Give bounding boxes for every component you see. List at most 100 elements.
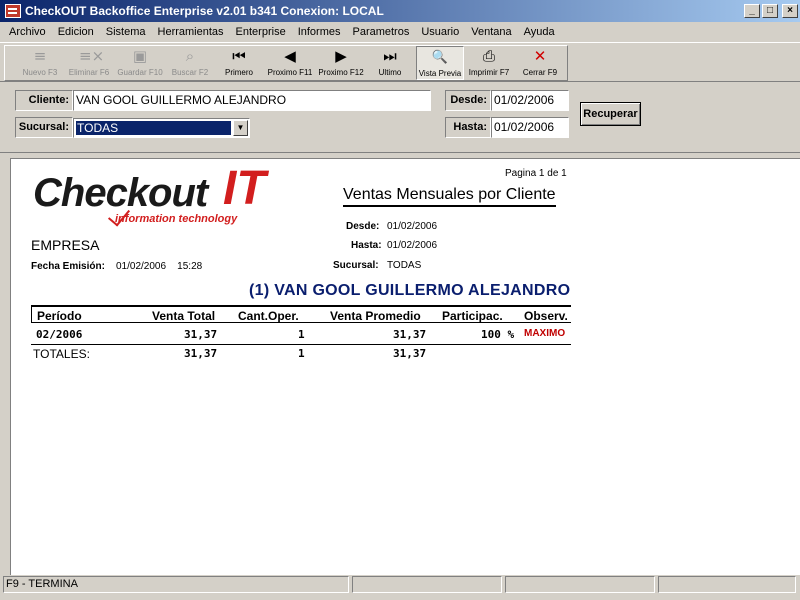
totales-cant-oper: 1 (298, 347, 305, 360)
menu-informes[interactable]: Informes (292, 26, 347, 38)
desde-field[interactable]: 01/02/2006 (491, 90, 569, 111)
report-page: Checkout IT information technology Pagin… (10, 158, 800, 575)
maximize-button[interactable]: □ (762, 4, 778, 18)
logo-subtitle: information technology (115, 213, 238, 225)
report-client-header: (1) VAN GOOL GUILLERMO ALEJANDRO (249, 282, 571, 299)
nuevo-label: Nuevo F3 (22, 68, 58, 77)
nuevo-button[interactable]: ≡ Nuevo F3 (18, 46, 62, 80)
new-record-icon: ≡ (33, 47, 47, 65)
toolbar: ≡ Nuevo F3 ≡× Eliminar F6 ▣ Guardar F10 … (0, 42, 800, 82)
report-sucursal-label: Sucursal: (333, 260, 379, 271)
col-periodo: Período (37, 309, 82, 323)
report-desde-value: 01/02/2006 (387, 221, 438, 232)
delete-record-icon: ≡× (79, 47, 105, 65)
checkout-it-logo: Checkout IT information technology (33, 162, 283, 227)
imprimir-label: Imprimir F7 (468, 68, 510, 77)
report-hasta-label: Hasta: (351, 240, 382, 251)
menu-archivo[interactable]: Archivo (3, 26, 52, 38)
menu-enterprise[interactable]: Enterprise (230, 26, 292, 38)
proximo-f12-label: Proximo F12 (318, 68, 364, 77)
close-button[interactable]: × (782, 4, 798, 18)
sucursal-selected-value: TODAS (76, 121, 231, 135)
report-hasta-value: 01/02/2006 (387, 240, 438, 251)
next-record-icon: ▶ (335, 47, 347, 65)
buscar-button[interactable]: ⌕ Buscar F2 (167, 46, 213, 80)
previous-record-icon: ◀ (284, 47, 296, 65)
preview-icon: 🔍 (431, 50, 449, 65)
first-record-icon: ⏮ (232, 47, 246, 65)
filter-panel: Cliente: VAN GOOL GUILLERMO ALEJANDRO Su… (0, 83, 800, 151)
menu-herramientas[interactable]: Herramientas (152, 26, 230, 38)
primero-button[interactable]: ⏮ Primero (218, 46, 260, 80)
col-venta-total: Venta Total (152, 309, 216, 323)
guardar-button[interactable]: ▣ Guardar F10 (115, 46, 165, 80)
ultimo-label: Ultimo (378, 68, 402, 77)
app-icon (5, 4, 21, 18)
proximo-f11-button[interactable]: ◀ Proximo F11 (265, 46, 315, 80)
cell-observ: MAXIMO (524, 328, 566, 339)
cliente-label: Cliente: (15, 90, 73, 111)
close-red-icon: ✕ (533, 47, 547, 65)
col-cant-oper: Cant.Oper. (238, 309, 299, 323)
totales-venta-promedio: 31,37 (393, 347, 427, 360)
eliminar-label: Eliminar F6 (68, 68, 110, 77)
chevron-down-icon[interactable]: ▼ (233, 120, 248, 136)
cell-participac: 100 % (481, 328, 515, 341)
table-header: Período Venta Total Cant.Oper. Venta Pro… (31, 305, 571, 323)
sucursal-label: Sucursal: (15, 117, 73, 138)
cell-venta-total: 31,37 (184, 328, 218, 341)
totals-separator (31, 344, 571, 345)
status-panel-2 (352, 576, 502, 593)
col-venta-promedio: Venta Promedio (330, 309, 421, 323)
status-panel-4 (658, 576, 796, 593)
imprimir-button[interactable]: ⎙ Imprimir F7 (466, 46, 512, 80)
sucursal-select[interactable]: TODAS ▼ (73, 118, 250, 138)
page-number: Pagina 1 de 1 (505, 168, 567, 179)
cell-cant-oper: 1 (298, 328, 305, 341)
col-participac: Participac. (442, 309, 503, 323)
report-desde-label: Desde: (346, 221, 380, 232)
menu-usuario[interactable]: Usuario (415, 26, 465, 38)
proximo-f11-label: Proximo F11 (267, 68, 313, 77)
guardar-label: Guardar F10 (117, 68, 163, 77)
cerrar-label: Cerrar F9 (522, 68, 558, 77)
hasta-label: Hasta: (445, 117, 491, 138)
logo-it-text: IT (223, 162, 266, 215)
menu-bar: Archivo Edicion Sistema Herramientas Ent… (0, 22, 800, 42)
proximo-f12-button[interactable]: ▶ Proximo F12 (316, 46, 366, 80)
fecha-emision-label: Fecha Emisión: (31, 261, 105, 272)
window-title: CheckOUT Backoffice Enterprise v2.01 b34… (25, 4, 384, 18)
cell-periodo: 02/2006 (36, 328, 83, 341)
ultimo-button[interactable]: ⏭ Ultimo (370, 46, 410, 80)
col-observ: Observ. (524, 309, 568, 323)
cliente-field[interactable]: VAN GOOL GUILLERMO ALEJANDRO (73, 90, 431, 111)
desde-label: Desde: (445, 90, 491, 111)
report-title: Ventas Mensuales por Cliente (343, 186, 556, 207)
primero-label: Primero (224, 68, 253, 77)
printer-icon: ⎙ (482, 47, 495, 65)
recuperar-button[interactable]: Recuperar (580, 102, 641, 126)
last-record-icon: ⏭ (383, 47, 397, 65)
report-empresa: EMPRESA (31, 237, 100, 253)
report-sucursal-value: TODAS (387, 260, 422, 271)
menu-ventana[interactable]: Ventana (465, 26, 517, 38)
vista-previa-label: Vista Previa (418, 69, 462, 78)
cerrar-button[interactable]: ✕ Cerrar F9 (518, 46, 562, 80)
menu-edicion[interactable]: Edicion (52, 26, 100, 38)
menu-ayuda[interactable]: Ayuda (518, 26, 561, 38)
totales-venta-total: 31,37 (184, 347, 218, 360)
fecha-emision-value: 01/02/2006 15:28 (116, 261, 203, 272)
status-bar: F9 - TERMINA (0, 574, 800, 600)
report-preview-area[interactable]: Checkout IT information technology Pagin… (0, 152, 800, 575)
hasta-field[interactable]: 01/02/2006 (491, 117, 569, 138)
menu-parametros[interactable]: Parametros (346, 26, 415, 38)
title-bar: CheckOUT Backoffice Enterprise v2.01 b34… (0, 0, 800, 22)
binoculars-icon: ⌕ (185, 47, 195, 65)
status-main: F9 - TERMINA (3, 576, 349, 593)
eliminar-button[interactable]: ≡× Eliminar F6 (66, 46, 112, 80)
save-icon: ▣ (132, 47, 148, 65)
buscar-label: Buscar F2 (171, 68, 209, 77)
menu-sistema[interactable]: Sistema (100, 26, 152, 38)
minimize-button[interactable]: _ (744, 4, 760, 18)
vista-previa-button[interactable]: 🔍 Vista Previa (416, 46, 464, 80)
